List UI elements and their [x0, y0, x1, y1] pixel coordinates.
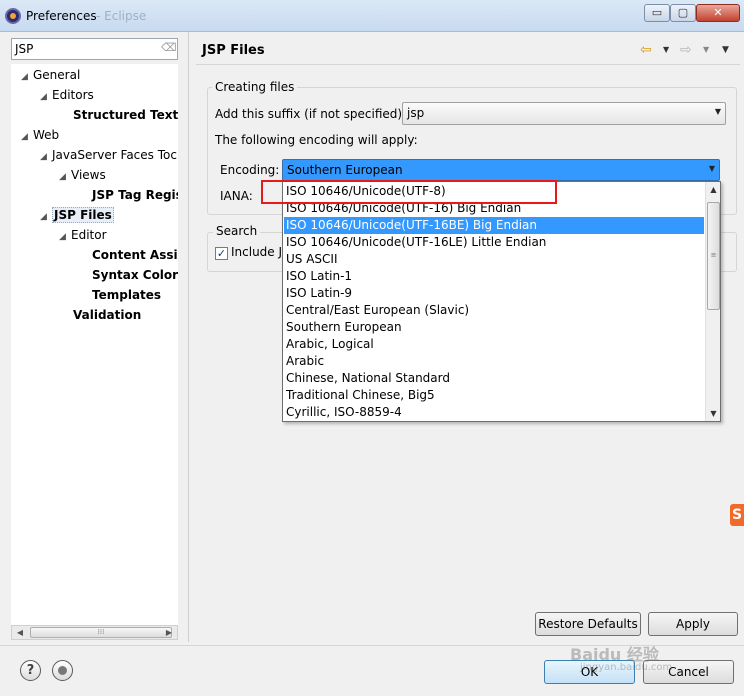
- encoding-option[interactable]: Central/East European (Slavic): [284, 302, 704, 319]
- tree-item-label: Editor: [71, 228, 107, 242]
- expand-icon[interactable]: ◢: [21, 128, 33, 146]
- chevron-down-icon: ▼: [708, 164, 715, 173]
- chevron-down-icon: ▼: [714, 107, 721, 116]
- tree-item-label: Templates: [92, 288, 162, 302]
- page-title: JSP Files: [202, 43, 265, 58]
- expand-icon[interactable]: ◢: [21, 68, 33, 86]
- minimize-button[interactable]: ▭: [644, 4, 670, 22]
- include-label: Include J: [231, 245, 283, 259]
- clear-filter-icon[interactable]: ⌫: [161, 42, 177, 54]
- tree-item-editors[interactable]: ◢ Editors: [40, 86, 94, 104]
- scroll-right-icon[interactable]: ▶: [162, 627, 176, 639]
- tree-horizontal-scrollbar[interactable]: ◀ ⁞⁞⁞ ▶: [11, 625, 178, 640]
- window-title: Preferences: [26, 9, 97, 23]
- help-icon[interactable]: ?: [20, 660, 41, 681]
- encoding-dropdown-list: ISO 10646/Unicode(UTF-8) ISO 10646/Unico…: [282, 181, 721, 422]
- expand-icon[interactable]: ◢: [59, 168, 71, 186]
- side-logo-icon: S: [730, 504, 744, 526]
- tree-item-label: Structured Text E: [73, 108, 178, 122]
- tree-item-content-assist[interactable]: Content Assis: [92, 246, 178, 264]
- tree-item-templates[interactable]: Templates: [92, 286, 161, 304]
- scroll-up-icon[interactable]: ▲: [706, 182, 720, 197]
- encoding-option[interactable]: ISO Latin-1: [284, 268, 704, 285]
- expand-icon[interactable]: ◢: [40, 88, 52, 106]
- expand-icon[interactable]: ◢: [59, 228, 71, 246]
- tree-item-javaserver-faces-tools[interactable]: ◢ JavaServer Faces Toc: [40, 146, 177, 164]
- tree-item-editor[interactable]: ◢ Editor: [59, 226, 107, 244]
- forward-menu-chevron-icon[interactable]: ▼: [703, 45, 709, 54]
- filter-input-value: JSP: [15, 42, 34, 56]
- encoding-option[interactable]: Arabic: [284, 353, 704, 370]
- tree-item-label: JavaServer Faces Toc: [52, 148, 177, 162]
- record-macro-icon[interactable]: [52, 660, 73, 681]
- iana-label: IANA:: [220, 189, 253, 203]
- forward-arrow-icon[interactable]: ⇨: [680, 42, 692, 58]
- tree-item-label-selected: JSP Files: [52, 207, 114, 223]
- panel-divider[interactable]: [188, 32, 189, 642]
- expand-icon[interactable]: ◢: [40, 208, 52, 226]
- suffix-select-value: jsp: [407, 106, 425, 120]
- back-arrow-icon[interactable]: ⇦: [640, 42, 652, 58]
- annotation-highlight-box: [261, 180, 557, 204]
- tree-item-structured-text-editors[interactable]: Structured Text E: [73, 106, 178, 124]
- back-menu-chevron-icon[interactable]: ▼: [663, 45, 669, 54]
- scrollbar-thumb[interactable]: ⁞⁞⁞: [30, 627, 172, 638]
- preference-tree: ◢General ◢Editors Structured Text E ◢Web…: [11, 64, 178, 625]
- suffix-select[interactable]: jsp ▼: [402, 102, 726, 125]
- maximize-button[interactable]: ▢: [670, 4, 696, 22]
- tree-item-label: Validation: [73, 308, 142, 322]
- encoding-option[interactable]: US ASCII: [284, 251, 704, 268]
- include-checkbox[interactable]: ✓: [215, 247, 228, 260]
- encoding-select-value: Southern European: [287, 163, 403, 177]
- encoding-option[interactable]: Southern European: [284, 319, 704, 336]
- expand-icon[interactable]: ◢: [40, 148, 52, 166]
- title-separator: [196, 64, 740, 65]
- filter-input[interactable]: JSP ⌫: [11, 38, 178, 60]
- tree-item-jsp-tag-registry[interactable]: JSP Tag Regis: [92, 186, 178, 204]
- window-title-suffix: - Eclipse: [96, 9, 147, 23]
- restore-defaults-button[interactable]: Restore Defaults: [535, 612, 641, 636]
- tree-item-label: General: [33, 68, 81, 82]
- tree-item-general[interactable]: ◢ General: [21, 66, 80, 84]
- tree-item-validation[interactable]: Validation: [73, 306, 141, 324]
- encoding-option-highlighted[interactable]: ISO 10646/Unicode(UTF-16BE) Big Endian: [284, 217, 704, 234]
- creating-files-legend: Creating files: [212, 80, 298, 94]
- close-button[interactable]: ✕: [696, 4, 740, 22]
- view-menu-icon[interactable]: ▼: [722, 45, 729, 55]
- encoding-option[interactable]: ISO 10646/Unicode(UTF-16LE) Little Endia…: [284, 234, 704, 251]
- scroll-left-icon[interactable]: ◀: [13, 627, 27, 639]
- encoding-label: Encoding:: [220, 163, 280, 177]
- scrollbar-thumb[interactable]: ≡: [707, 202, 720, 310]
- tree-item-label: Syntax Colori: [92, 268, 178, 282]
- tree-item-label: Web: [33, 128, 60, 142]
- encoding-option[interactable]: ISO Latin-9: [284, 285, 704, 302]
- watermark-url: jingyan.baidu.com: [580, 662, 673, 673]
- encoding-option[interactable]: Traditional Chinese, Big5: [284, 387, 704, 404]
- suffix-label: Add this suffix (if not specified):: [215, 107, 407, 121]
- eclipse-app-icon: [5, 8, 21, 24]
- scroll-down-icon[interactable]: ▼: [706, 406, 720, 421]
- tree-item-label: Content Assis: [92, 248, 178, 262]
- tree-item-syntax-coloring[interactable]: Syntax Colori: [92, 266, 178, 284]
- following-encoding-label: The following encoding will apply:: [215, 133, 418, 147]
- encoding-select[interactable]: Southern European ▼: [282, 159, 720, 181]
- encoding-option[interactable]: Chinese, National Standard: [284, 370, 704, 387]
- encoding-option[interactable]: Cyrillic, ISO-8859-4: [284, 404, 704, 421]
- dropdown-vertical-scrollbar[interactable]: ▲ ≡ ▼: [705, 182, 720, 421]
- search-legend: Search: [213, 224, 261, 238]
- tree-item-views[interactable]: ◢ Views: [59, 166, 106, 184]
- tree-item-label: JSP Tag Regis: [92, 188, 178, 202]
- tree-item-web[interactable]: ◢ Web: [21, 126, 59, 144]
- apply-button[interactable]: Apply: [648, 612, 738, 636]
- encoding-option[interactable]: Arabic, Logical: [284, 336, 704, 353]
- tree-item-label: Editors: [52, 88, 94, 102]
- tree-item-jsp-files[interactable]: ◢ JSP Files: [40, 206, 114, 224]
- tree-item-label: Views: [71, 168, 106, 182]
